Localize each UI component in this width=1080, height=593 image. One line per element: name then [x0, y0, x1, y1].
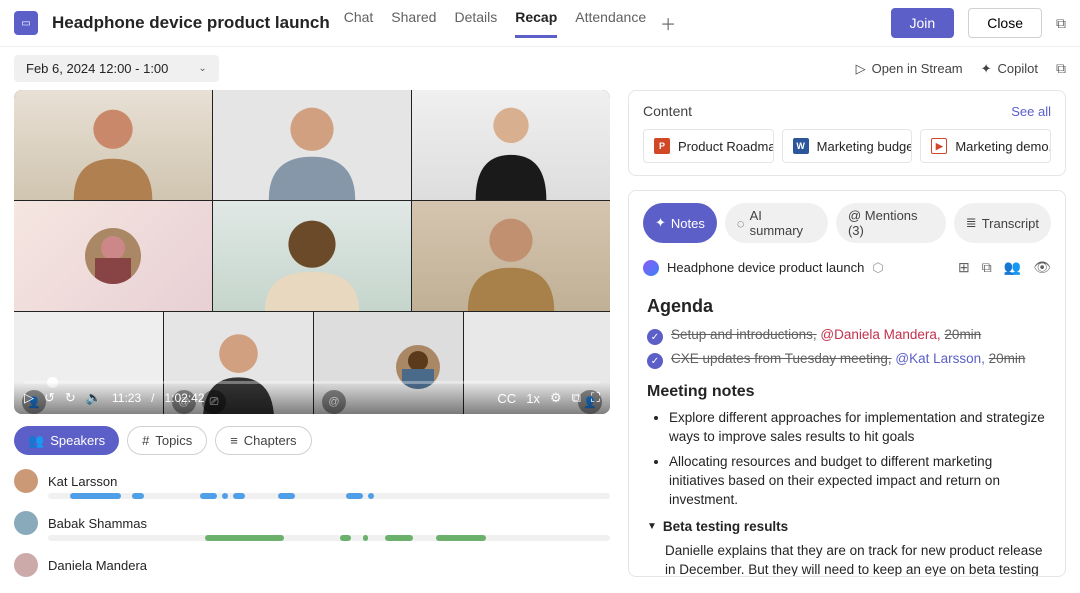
- sparkle-icon: ✦: [655, 215, 666, 231]
- content-file-item[interactable]: ▶Marketing demo...: [920, 129, 1051, 163]
- pip-icon[interactable]: ⧉: [572, 390, 581, 406]
- speaker-row: Babak Shammas: [14, 511, 610, 541]
- app-header: ▭ Headphone device product launch Chat S…: [0, 0, 1080, 47]
- date-selector[interactable]: Feb 6, 2024 12:00 - 1:00 ⌄: [14, 55, 219, 82]
- date-label: Feb 6, 2024 12:00 - 1:00: [26, 61, 168, 76]
- share-action-icon[interactable]: 👥: [1004, 259, 1021, 276]
- stream-icon: ▶: [931, 138, 947, 154]
- avatar: [14, 469, 38, 493]
- participant-tile: [412, 90, 610, 200]
- speakers-timeline: Kat Larsson Babak Shammas Daniela Mander…: [14, 469, 610, 577]
- timeline-filter-pills: 👥Speakers #Topics ≡Chapters: [14, 426, 610, 455]
- forward-10-icon[interactable]: ↻: [65, 390, 76, 406]
- tab-attendance[interactable]: Attendance: [575, 9, 646, 38]
- mentions-tab[interactable]: @ Mentions (3): [836, 203, 946, 243]
- list-icon: ≡: [230, 433, 238, 448]
- collapsible-heading[interactable]: ▼Beta testing results: [647, 519, 1047, 534]
- beta-paragraph: Danielle explains that they are on track…: [647, 542, 1047, 576]
- hash-icon: #: [142, 433, 149, 448]
- meeting-tabs: Chat Shared Details Recap Attendance: [344, 9, 646, 38]
- transcript-icon: ≣: [966, 215, 977, 231]
- speakers-pill[interactable]: 👥Speakers: [14, 426, 119, 455]
- avatar: [14, 511, 38, 535]
- checkmark-icon[interactable]: ✓: [647, 353, 663, 369]
- transcript-tab[interactable]: ≣Transcript: [954, 203, 1051, 243]
- content-panel: Content See all PProduct Roadmap... WMar…: [628, 90, 1066, 176]
- meeting-title: Headphone device product launch: [52, 13, 330, 33]
- tab-chat[interactable]: Chat: [344, 9, 374, 38]
- open-in-stream-button[interactable]: ▷ Open in Stream: [856, 61, 963, 77]
- agenda-item[interactable]: ✓ Setup and introductions, @Daniela Mand…: [647, 327, 1047, 345]
- notes-body[interactable]: Agenda ✓ Setup and introductions, @Danie…: [629, 280, 1065, 576]
- participant-tile: [213, 201, 411, 311]
- current-time: 11:23: [112, 391, 141, 405]
- see-all-link[interactable]: See all: [1011, 104, 1051, 119]
- add-tab-button[interactable]: ＋: [660, 11, 676, 35]
- stream-icon: ▷: [856, 61, 866, 77]
- people-icon: 👥: [28, 433, 44, 449]
- copilot-button[interactable]: ✦ Copilot: [981, 61, 1038, 77]
- speaker-name: Babak Shammas: [48, 516, 147, 531]
- grid-action-icon[interactable]: ⊞: [958, 259, 970, 276]
- recap-toolbar: Feb 6, 2024 12:00 - 1:00 ⌄ ▷ Open in Str…: [0, 47, 1080, 90]
- loop-icon: [643, 260, 659, 276]
- participant-tile: [412, 201, 610, 311]
- speaker-timeline[interactable]: [48, 493, 610, 499]
- topics-pill[interactable]: #Topics: [127, 426, 207, 455]
- speaker-name: Daniela Mandera: [48, 558, 147, 573]
- meeting-recording-player[interactable]: 👤 @⎚ @ 👤 ▷ ↺ ↻ 🔈 11:23 / 1:02:42: [14, 90, 610, 414]
- shield-icon: ⬡: [872, 260, 883, 276]
- volume-icon[interactable]: 🔈: [86, 390, 102, 406]
- speaker-row: Daniela Mandera: [14, 553, 610, 577]
- note-bullet: Allocating resources and budget to diffe…: [669, 453, 1047, 510]
- copilot-icon: ✦: [981, 61, 992, 77]
- chapters-pill[interactable]: ≡Chapters: [215, 426, 311, 455]
- tab-shared[interactable]: Shared: [391, 9, 436, 38]
- participant-tile: [213, 90, 411, 200]
- video-controls: ▷ ↺ ↻ 🔈 11:23 / 1:02:42 CC 1x ⚙ ⧉ ⛶: [14, 382, 610, 414]
- powerpoint-icon: P: [654, 138, 670, 154]
- play-button[interactable]: ▷: [24, 390, 34, 406]
- agenda-item[interactable]: ✓ CXE updates from Tuesday meeting, @Kat…: [647, 351, 1047, 369]
- agenda-heading: Agenda: [647, 296, 1047, 317]
- expand-icon[interactable]: ⧉: [1056, 60, 1066, 77]
- notes-tab[interactable]: ✦Notes: [643, 203, 717, 243]
- captions-icon[interactable]: CC: [497, 391, 516, 406]
- popout-icon[interactable]: ⧉: [1056, 15, 1066, 32]
- fullscreen-icon[interactable]: ⛶: [591, 390, 600, 406]
- close-button[interactable]: Close: [968, 8, 1042, 38]
- content-file-item[interactable]: PProduct Roadmap...: [643, 129, 774, 163]
- tab-details[interactable]: Details: [454, 9, 497, 38]
- visibility-action-icon[interactable]: 👁: [1033, 259, 1051, 276]
- calendar-app-icon: ▭: [14, 11, 38, 35]
- rewind-10-icon[interactable]: ↺: [44, 390, 55, 406]
- participant-tile: [14, 90, 212, 200]
- speaker-row: Kat Larsson: [14, 469, 610, 499]
- word-icon: W: [793, 138, 809, 154]
- mention[interactable]: @Daniela Mandera,: [820, 327, 940, 342]
- chevron-down-icon: ⌄: [198, 63, 206, 74]
- copy-action-icon[interactable]: ⧉: [982, 259, 992, 276]
- playback-speed[interactable]: 1x: [526, 391, 540, 406]
- notes-panel: ✦Notes ◌AI summary @ Mentions (3) ≣Trans…: [628, 190, 1066, 577]
- meeting-notes-heading: Meeting notes: [647, 383, 1047, 401]
- settings-icon[interactable]: ⚙: [550, 390, 562, 406]
- avatar: [14, 553, 38, 577]
- content-heading: Content: [643, 103, 692, 119]
- total-time: 1:02:42: [164, 391, 204, 405]
- checkmark-icon[interactable]: ✓: [647, 329, 663, 345]
- triangle-down-icon: ▼: [647, 521, 657, 532]
- speaker-timeline[interactable]: [48, 535, 610, 541]
- ai-summary-tab[interactable]: ◌AI summary: [725, 203, 828, 243]
- mention[interactable]: @Kat Larsson,: [895, 351, 985, 366]
- bulb-icon: ◌: [737, 216, 745, 231]
- loop-title: Headphone device product launch: [667, 260, 864, 275]
- loop-component-header: Headphone device product launch ⬡ ⊞ ⧉ 👥 …: [629, 255, 1065, 280]
- speaker-name: Kat Larsson: [48, 474, 117, 489]
- tab-recap[interactable]: Recap: [515, 9, 557, 38]
- note-bullet: Explore different approaches for impleme…: [669, 409, 1047, 447]
- join-button[interactable]: Join: [891, 8, 955, 38]
- content-file-item[interactable]: WMarketing budget...: [782, 129, 913, 163]
- participant-tile: [14, 201, 212, 311]
